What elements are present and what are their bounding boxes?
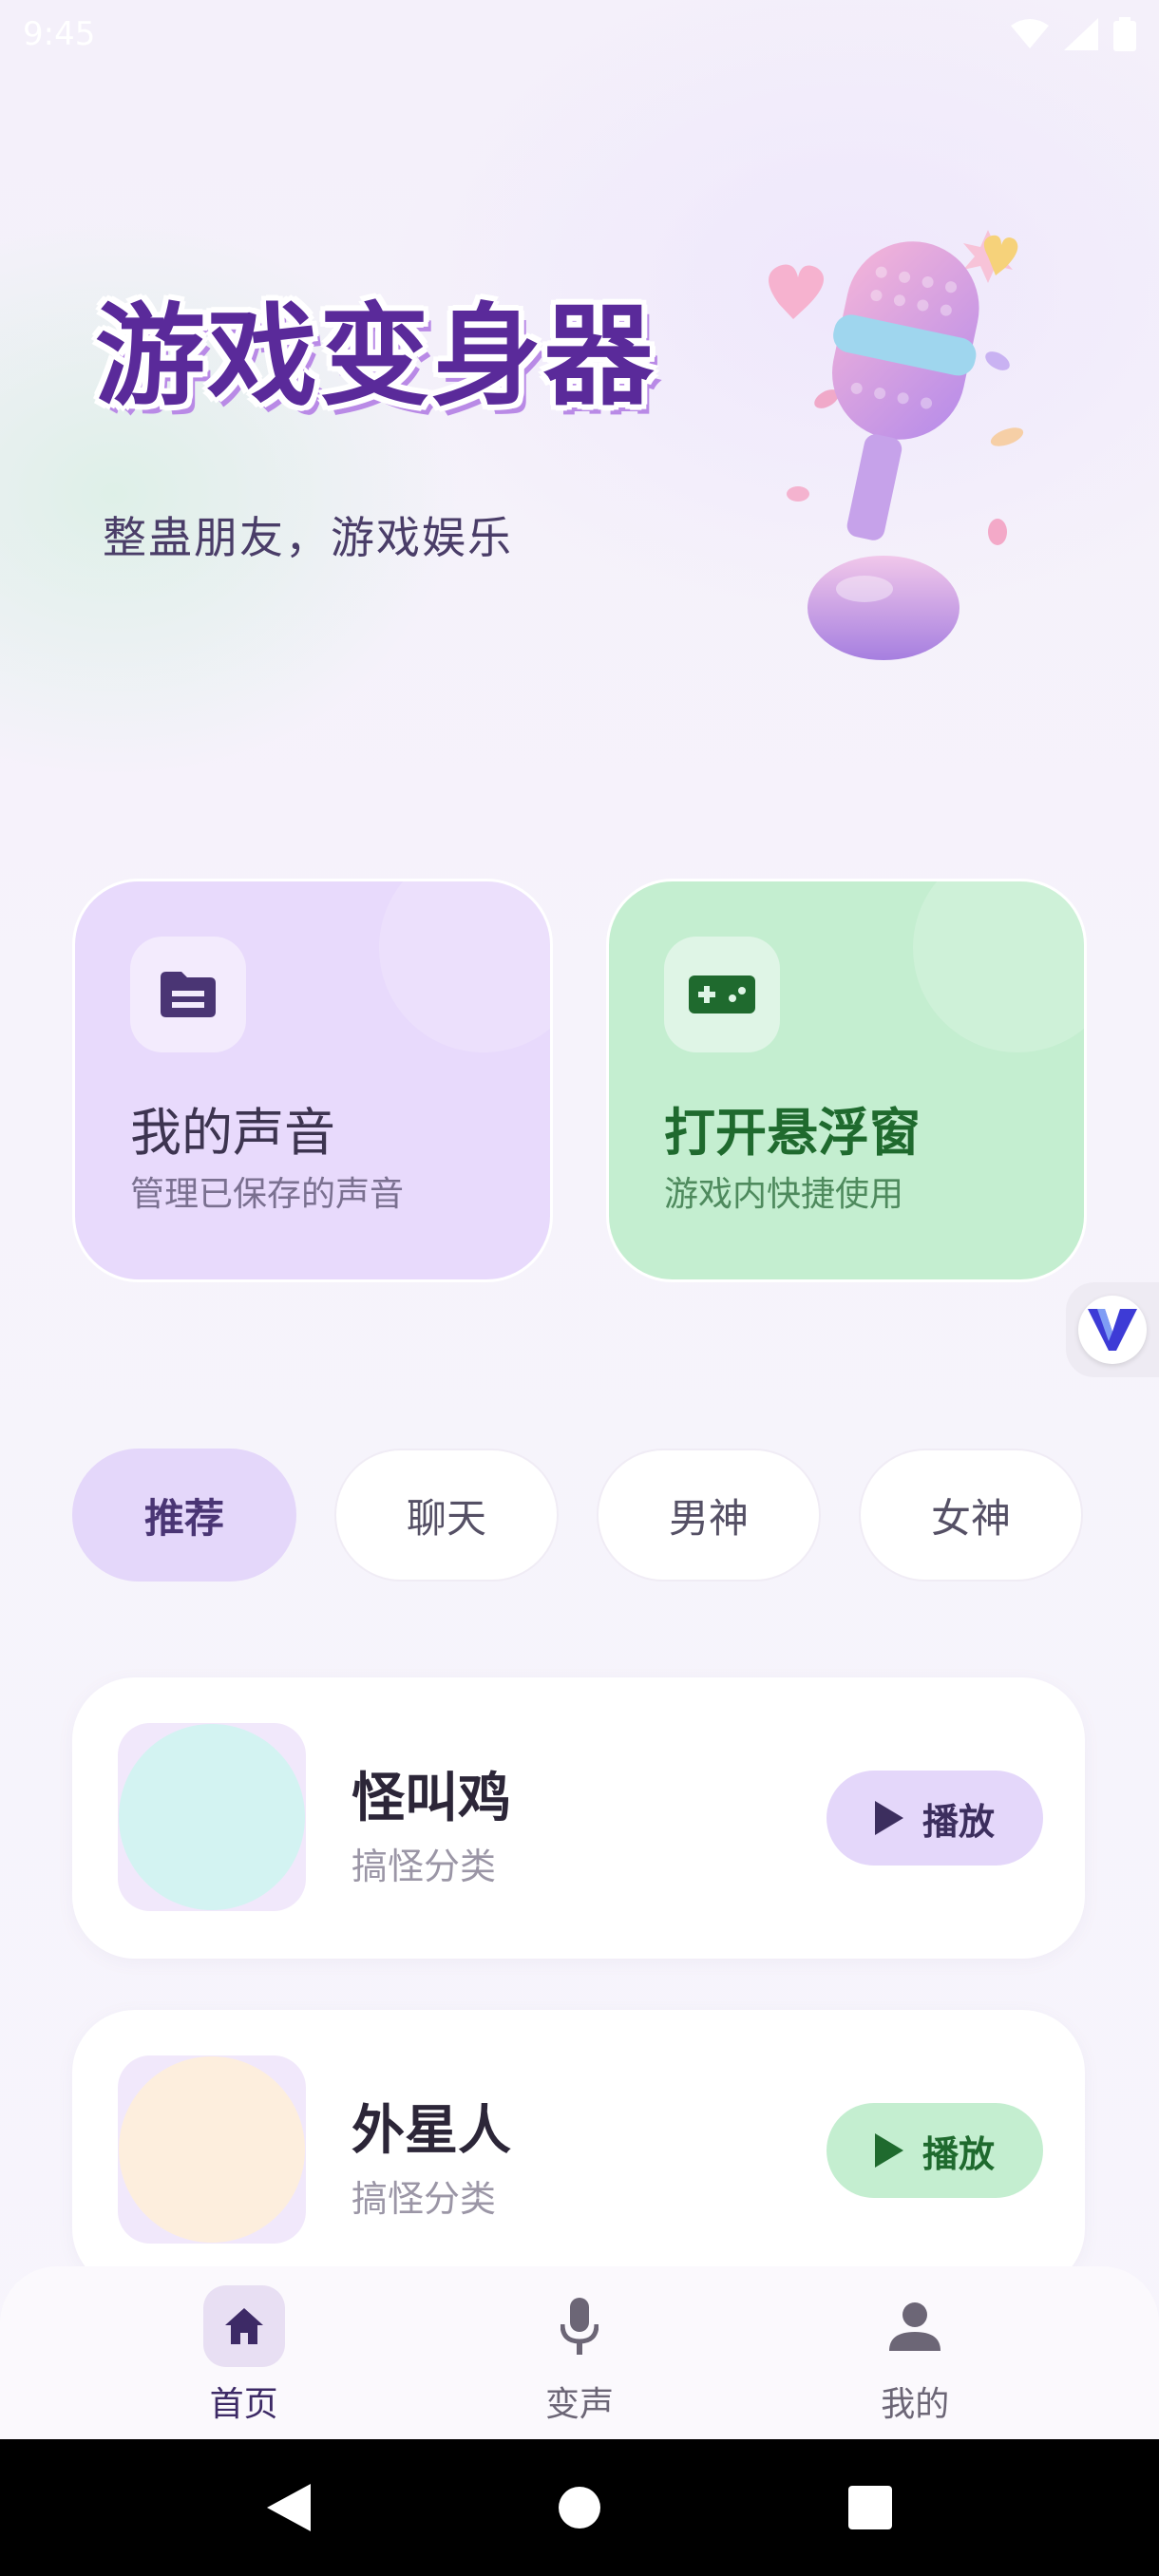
nav-icon-wrap [874, 2285, 956, 2367]
microphone-icon [560, 2298, 598, 2355]
thumbnail-circle [119, 2056, 305, 2243]
system-navigation-bar [0, 2439, 1159, 2576]
v-logo-icon [1088, 1309, 1137, 1351]
play-button[interactable]: 播放 [826, 2103, 1043, 2198]
card-title: 我的声音 [130, 1103, 335, 1163]
back-icon[interactable] [266, 2484, 311, 2531]
floating-window-card[interactable]: 打开悬浮窗 游戏内快捷使用 [606, 879, 1087, 1282]
category-chips: 推荐 聊天 男神 女神 [72, 1449, 1083, 1582]
floating-assistant-button[interactable] [1066, 1282, 1159, 1377]
nav-item-profile[interactable]: 我的 [820, 2266, 1010, 2426]
voice-category: 搞怪分类 [352, 1846, 497, 1887]
signal-icon [1064, 18, 1098, 50]
nav-icon-wrap [202, 2285, 285, 2367]
chip-chat[interactable]: 聊天 [334, 1449, 559, 1582]
my-voices-card[interactable]: 我的声音 管理已保存的声音 [72, 879, 553, 1282]
voice-list-item[interactable]: 外星人 搞怪分类 播放 [72, 2010, 1085, 2291]
microphone-illustration [769, 230, 1024, 660]
voice-name: 怪叫鸡 [352, 1768, 511, 1829]
banner-title: 游戏变身器 [95, 293, 656, 421]
battery-icon [1113, 17, 1136, 51]
play-button[interactable]: 播放 [826, 1771, 1043, 1866]
play-label: 播放 [922, 2132, 995, 2175]
card-description: 游戏内快捷使用 [664, 1175, 904, 1214]
card-decoration [913, 881, 1084, 1052]
voice-thumbnail [118, 1723, 306, 1911]
chip-male[interactable]: 男神 [597, 1449, 821, 1582]
bottom-navigation: 首页 变声 我的 [0, 2266, 1159, 2439]
person-icon [889, 2302, 941, 2351]
nav-item-home[interactable]: 首页 [149, 2266, 339, 2426]
voice-thumbnail [118, 2055, 306, 2244]
gamepad-icon [689, 975, 755, 1013]
status-icons [1011, 17, 1136, 51]
card-title: 打开悬浮窗 [664, 1103, 921, 1163]
play-label: 播放 [922, 1800, 995, 1843]
thumbnail-circle [119, 1724, 305, 1910]
play-icon [874, 1801, 903, 1835]
card-description: 管理已保存的声音 [130, 1175, 405, 1214]
card-decoration [379, 881, 550, 1052]
chip-recommended[interactable]: 推荐 [72, 1449, 296, 1582]
wifi-icon [1011, 19, 1049, 48]
nav-icon-wrap [539, 2285, 620, 2367]
banner-subtitle: 整蛊朋友，游戏娱乐 [103, 512, 513, 563]
card-icon-box [664, 937, 780, 1052]
voice-name: 外星人 [352, 2100, 511, 2162]
status-bar: 9:45 [0, 0, 1159, 68]
voice-category: 搞怪分类 [352, 2178, 497, 2220]
home-icon [224, 2308, 263, 2344]
folder-icon [161, 972, 216, 1017]
recents-icon[interactable] [848, 2486, 893, 2529]
status-time: 9:45 [23, 15, 96, 53]
home-circle-icon[interactable] [558, 2487, 600, 2529]
nav-item-voice-changer[interactable]: 变声 [484, 2266, 674, 2426]
chip-female[interactable]: 女神 [859, 1449, 1083, 1582]
card-icon-box [130, 937, 246, 1052]
nav-label: 首页 [209, 2385, 278, 2424]
floating-assistant-inner [1078, 1296, 1147, 1364]
voice-list-item[interactable]: 怪叫鸡 搞怪分类 播放 [72, 1677, 1085, 1959]
nav-label: 变声 [544, 2385, 614, 2424]
play-icon [874, 2133, 903, 2168]
nav-label: 我的 [881, 2385, 950, 2424]
